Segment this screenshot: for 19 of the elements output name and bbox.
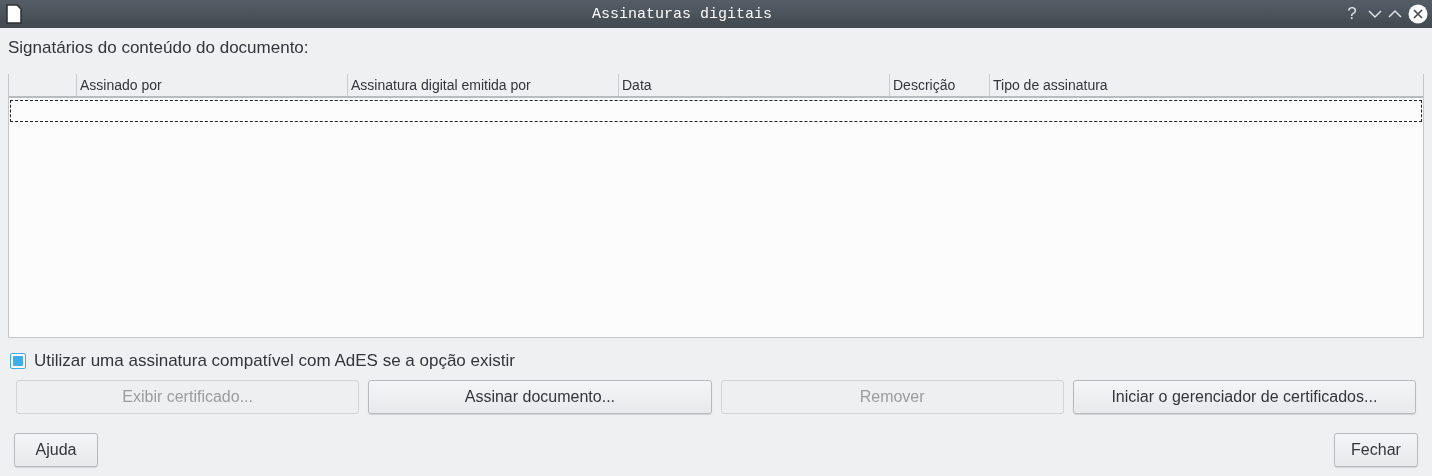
minimize-button[interactable] [1368,9,1382,19]
maximize-button[interactable] [1388,9,1402,19]
close-button[interactable]: Fechar [1334,433,1418,467]
action-button[interactable]: Assinar documento... [368,380,712,414]
focus-row[interactable] [10,100,1422,122]
document-icon [6,4,22,24]
checkbox-label[interactable]: Utilizar uma assinatura compatível com AdES se a opção existir [34,351,515,371]
window-title: Assinaturas digitais [591,5,773,23]
column-header[interactable]: Tipo de assinatura [989,74,1423,96]
close-button[interactable] [1408,4,1428,24]
help-button[interactable]: ? [1342,4,1362,24]
help-button[interactable]: Ajuda [14,433,98,467]
column-header[interactable]: Data [618,74,889,96]
column-header[interactable]: Assinatura digital emitida por [347,74,618,96]
section-label: Signatários do conteúdo do documento: [8,37,310,59]
checkbox[interactable] [10,353,26,369]
action-button[interactable]: Iniciar o gerenciador de certificados... [1072,380,1416,414]
column-header[interactable]: Descrição [889,74,989,96]
column-header[interactable]: Assinado por [76,74,347,96]
